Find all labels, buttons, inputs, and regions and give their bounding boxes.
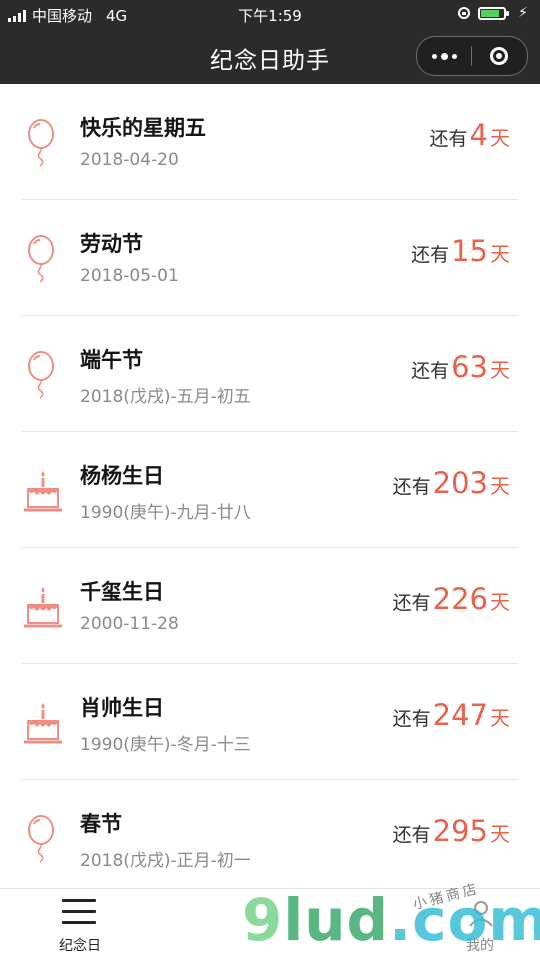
more-menu-button[interactable] (417, 37, 471, 75)
tab-mine-label: 我的 (466, 938, 494, 954)
tab-anniversary[interactable]: 纪念日 (0, 889, 160, 961)
countdown-days: 247 (432, 698, 488, 732)
countdown: 还有 295 天 (393, 814, 510, 848)
countdown-days: 203 (432, 466, 488, 500)
event-name: 劳动节 (80, 232, 143, 256)
event-date: 1990(庚午)-冬月-十三 (80, 735, 251, 755)
cake-icon (24, 703, 62, 744)
countdown-unit: 天 (490, 822, 510, 846)
countdown: 还有 4 天 (430, 118, 510, 152)
countdown: 还有 63 天 (411, 350, 510, 384)
countdown: 还有 226 天 (393, 582, 510, 616)
countdown: 还有 203 天 (393, 466, 510, 500)
countdown-days: 4 (469, 118, 488, 152)
list-item[interactable]: 端午节 2018(戊戌)-五月-初五 还有 63 天 (22, 316, 518, 432)
nav-bar: 纪念日助手 (0, 28, 540, 84)
countdown-prefix: 还有 (392, 476, 431, 498)
event-date: 2018(戊戌)-正月-初一 (80, 851, 251, 871)
balloon-icon (28, 815, 54, 863)
miniprogram-capsule (416, 36, 528, 76)
target-icon (490, 47, 508, 65)
list-item[interactable]: 快乐的星期五 2018-04-20 还有 4 天 (22, 84, 518, 200)
menu-icon (62, 899, 96, 927)
cake-icon (24, 471, 62, 512)
countdown-days: 63 (451, 350, 488, 384)
countdown-unit: 天 (490, 590, 510, 614)
countdown-unit: 天 (490, 242, 510, 266)
countdown-prefix: 还有 (392, 708, 431, 730)
countdown-unit: 天 (490, 474, 510, 498)
close-miniprogram-button[interactable] (472, 37, 526, 75)
countdown-days: 15 (451, 234, 488, 268)
event-date: 1990(庚午)-九月-廿八 (80, 503, 251, 523)
charging-icon: ⚡ (518, 5, 528, 21)
event-name: 肖帅生日 (80, 696, 164, 720)
event-date: 2018-04-20 (80, 150, 179, 170)
status-right: ⚡ (458, 5, 528, 21)
list-item[interactable]: 春节 2018(戊戌)-正月-初一 还有 295 天 (22, 780, 518, 896)
balloon-icon (28, 235, 54, 283)
event-name: 端午节 (80, 348, 143, 372)
balloon-icon (28, 119, 54, 167)
battery-icon (478, 6, 510, 20)
list-item[interactable]: 千玺生日 2000-11-28 还有 226 天 (22, 548, 518, 664)
tab-anniversary-label: 纪念日 (59, 938, 101, 954)
list-item[interactable]: 劳动节 2018-05-01 还有 15 天 (22, 200, 518, 316)
countdown-prefix: 还有 (411, 360, 450, 382)
countdown-prefix: 还有 (392, 824, 431, 846)
tab-mine[interactable]: 我的 (380, 889, 540, 961)
countdown-prefix: 还有 (392, 592, 431, 614)
event-date: 2000-11-28 (80, 614, 179, 634)
event-list: 快乐的星期五 2018-04-20 还有 4 天 劳动节 2018-05-01 … (0, 84, 540, 896)
user-icon (469, 901, 493, 927)
event-date: 2018(戊戌)-五月-初五 (80, 387, 251, 407)
countdown-unit: 天 (490, 358, 510, 382)
countdown-prefix: 还有 (429, 128, 468, 150)
event-date: 2018-05-01 (80, 266, 179, 286)
countdown-days: 226 (432, 582, 488, 616)
countdown-unit: 天 (490, 126, 510, 150)
countdown: 还有 15 天 (411, 234, 510, 268)
event-name: 快乐的星期五 (80, 116, 206, 140)
event-name: 春节 (80, 812, 122, 836)
event-name: 杨杨生日 (80, 464, 164, 488)
tab-bar: 纪念日 我的 (0, 888, 540, 961)
countdown-unit: 天 (490, 706, 510, 730)
countdown-days: 295 (432, 814, 488, 848)
cake-icon (24, 587, 62, 628)
balloon-icon (28, 351, 54, 399)
list-item[interactable]: 肖帅生日 1990(庚午)-冬月-十三 还有 247 天 (22, 664, 518, 780)
countdown-prefix: 还有 (411, 244, 450, 266)
status-bar: 中国移动 4G 下午1:59 ⚡ (0, 0, 540, 28)
event-name: 千玺生日 (80, 580, 164, 604)
rotation-lock-icon (458, 7, 471, 19)
list-item[interactable]: 杨杨生日 1990(庚午)-九月-廿八 还有 203 天 (22, 432, 518, 548)
countdown: 还有 247 天 (393, 698, 510, 732)
